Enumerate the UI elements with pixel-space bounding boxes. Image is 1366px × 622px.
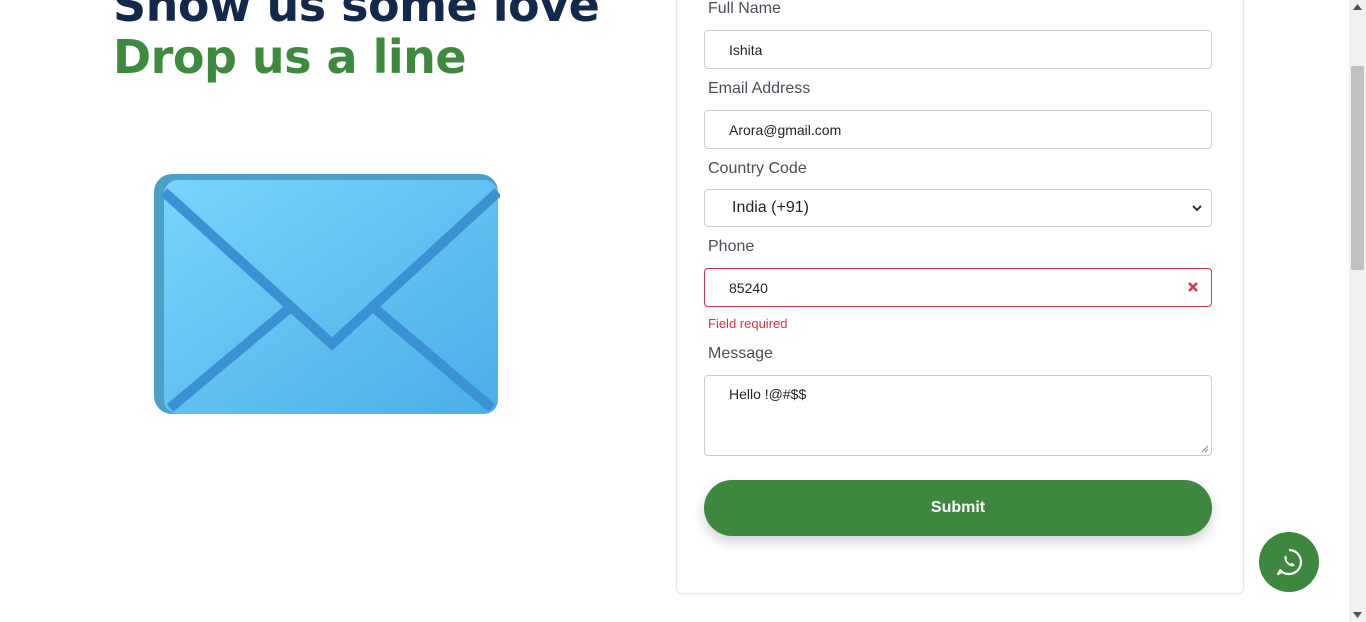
submit-button[interactable]: Submit [704,480,1212,536]
country-code-value: India (+91) [732,199,809,216]
envelope-icon [154,174,500,414]
error-x-icon [1188,282,1198,292]
message-textarea[interactable]: Hello !@#$$ [704,375,1212,456]
phone-label: Phone [708,238,755,255]
full-name-value: Ishita [729,41,763,58]
resize-handle-icon[interactable] [1199,443,1209,453]
phone-input[interactable]: 85240 [704,268,1212,307]
whatsapp-button[interactable] [1259,532,1319,592]
chevron-down-icon [1192,205,1202,212]
scroll-down-arrow-icon[interactable] [1353,612,1362,618]
full-name-label: Full Name [708,0,781,17]
country-code-label: Country Code [708,160,807,177]
email-label: Email Address [708,80,811,97]
scrollbar-thumb[interactable] [1351,66,1364,270]
full-name-input[interactable]: Ishita [704,30,1212,69]
message-label: Message [708,345,773,362]
heading-drop-us-a-line: Drop us a line [113,30,467,84]
vertical-scrollbar[interactable] [1349,0,1366,622]
message-value: Hello !@#$$ [729,386,807,402]
email-value: Arora@gmail.com [729,121,842,138]
country-code-select[interactable]: India (+91) [704,189,1212,227]
scroll-up-arrow-icon[interactable] [1353,4,1362,10]
phone-error-message: Field required [708,316,788,331]
whatsapp-icon [1276,548,1303,576]
heading-show-us-some-love: Show us some love [113,0,600,32]
phone-value: 85240 [729,279,768,296]
email-input[interactable]: Arora@gmail.com [704,110,1212,149]
